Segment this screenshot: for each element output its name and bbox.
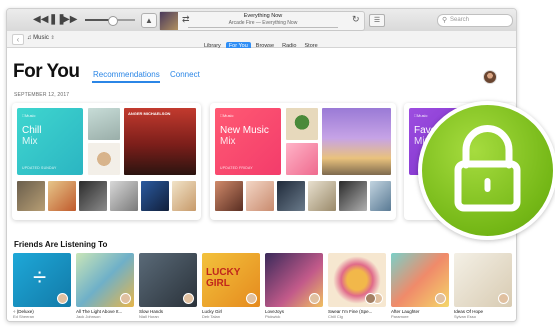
album-tile[interactable] [79,181,107,211]
volume-slider[interactable] [85,16,135,26]
album-artwork[interactable] [265,253,323,307]
search-input[interactable]: ⚲ Search [437,14,513,27]
friend-avatar [365,293,376,304]
friend-album-card[interactable]: After Laughter Paramore [391,253,449,319]
now-playing-display: ⇄ Everything Now Arcade Fire — Everythin… [159,11,365,31]
mix-updated: UPDATED SUNDAY [22,166,57,170]
playback-progress[interactable] [188,27,338,28]
apple-music-logo: Music [22,113,35,118]
new-music-mix-artwork[interactable]: Music New Music Mix UPDATED FRIDAY [215,108,281,175]
album-artwork[interactable] [328,253,386,307]
album-artwork[interactable]: ÷ [13,253,71,307]
friend-avatar [435,293,446,304]
album-tile[interactable] [88,143,120,175]
segment-connect[interactable]: Connect [170,70,200,79]
artist-name: Jack Johnson [76,314,101,319]
friend-album-card[interactable]: LUCKY GIRL Lucky Girl Deb Talan [202,253,260,319]
media-type-label: Music [33,35,49,41]
now-playing-subtitle: Arcade Fire — Everything Now [228,20,298,26]
friend-avatar [309,293,320,304]
friend-album-card[interactable]: Ideas Of Hope Sylvan Esso [454,253,512,319]
artist-name: Niall Horan [139,314,159,319]
artist-name: Pickwick [265,314,281,319]
album-tile[interactable] [246,181,274,211]
friend-album-card[interactable]: Swear I'm Fine (Spe... Chill Cig [328,253,386,319]
segment-underline [92,81,160,83]
friend-avatar [183,293,194,304]
apple-music-label: Music [22,113,35,118]
artist-name: Sylvan Esso [454,314,477,319]
nav-bar: ‹ ♫ Music ⇕ Library For You Browse Radio Sto… [7,31,516,51]
album-artwork[interactable] [139,253,197,307]
friend-avatar [246,293,257,304]
album-tile-large[interactable]: ANGER MICHAELSON [124,108,196,175]
friend-album-card[interactable]: All The Light Above It... Jack Johnson [76,253,134,319]
rewind-icon[interactable]: ◀◀ [33,14,48,26]
artist-name: Chill Cig [328,314,343,319]
album-tile-large[interactable] [322,108,391,175]
album-tile[interactable] [370,181,391,211]
airplay-icon[interactable]: ▲ [141,13,157,28]
divide-symbol-art: ÷ [33,264,47,291]
friend-avatar [498,293,509,304]
search-icon: ⚲ [442,17,448,24]
chill-mix-artwork[interactable]: Music Chill Mix UPDATED SUNDAY [17,108,83,175]
media-type-selector[interactable]: ♫ Music ⇕ [27,34,55,43]
back-arrow-icon[interactable]: ‹ [12,34,24,45]
album-artwork[interactable] [76,253,134,307]
chill-mix-card[interactable]: Music Chill Mix UPDATED SUNDAY ANGER MI… [12,103,201,220]
album-tile[interactable] [277,181,305,211]
title-bar: ◀◀ ❚❚ ▶▶ ▲ ⇄ Everything Now Arcade Fire … [7,9,516,32]
friend-avatar [57,293,68,304]
now-playing-title: Everything Now [243,13,283,19]
album-cover-text: LUCKY GIRL [206,267,241,289]
up-next-list-icon[interactable]: ☰ [369,14,385,27]
album-tile[interactable] [88,108,120,140]
mix-label: Mix [22,136,38,147]
friend-album-card[interactable]: LoveJoys Pickwick [265,253,323,319]
artist-name: Ed Sheeran [13,314,35,319]
pause-icon[interactable]: ❚❚ [49,14,66,26]
mix-name: New Music [220,125,269,136]
album-tile[interactable] [48,181,76,211]
lock-icon [418,101,555,240]
artist-name: Deb Talan [202,314,220,319]
album-tile[interactable] [215,181,243,211]
account-avatar[interactable] [483,70,497,84]
album-artwork[interactable] [391,253,449,307]
recommendations-date: SEPTEMBER 12, 2017 [14,92,70,98]
volume-knob[interactable] [107,16,118,26]
mix-name: Chill [22,125,42,136]
apple-music-logo: Music [220,113,233,118]
lock-glyph [454,125,521,212]
album-tile[interactable] [17,181,45,211]
album-tile[interactable] [141,181,169,211]
album-tile-title: ANGER MICHAELSON [128,111,171,116]
mix-updated: UPDATED FRIDAY [220,166,253,170]
album-tile[interactable] [339,181,367,211]
album-artwork[interactable] [454,253,512,307]
friend-album-card[interactable]: Slow Hands Niall Horan [139,253,197,319]
chevron-updown-icon: ⇕ [50,35,55,41]
segment-recommendations[interactable]: Recommendations [93,70,160,79]
mix-label: Mix [220,136,236,147]
album-tile[interactable] [286,108,318,140]
album-tile[interactable] [308,181,336,211]
artist-name: Paramore [391,314,409,319]
fast-forward-icon[interactable]: ▶▶ [62,14,77,26]
page-title: For You [13,61,80,82]
friend-avatar [120,293,131,304]
apple-music-label: Music [220,113,233,118]
album-tile[interactable] [110,181,138,211]
friends-section-title: Friends Are Listening To [14,240,108,249]
album-tile[interactable] [286,143,318,175]
album-artwork[interactable]: LUCKY GIRL [202,253,260,307]
repeat-icon[interactable]: ↻ [352,14,360,25]
search-placeholder: Search [450,17,470,23]
nav-tabs: Library For You Browse Radio Store [201,34,323,51]
album-tile[interactable] [172,181,196,211]
new-music-mix-card[interactable]: Music New Music Mix UPDATED FRIDAY [210,103,396,220]
friend-album-card[interactable]: ÷ ÷ (Deluxe) Ed Sheeran [13,253,71,319]
now-playing-artwork [160,12,178,30]
